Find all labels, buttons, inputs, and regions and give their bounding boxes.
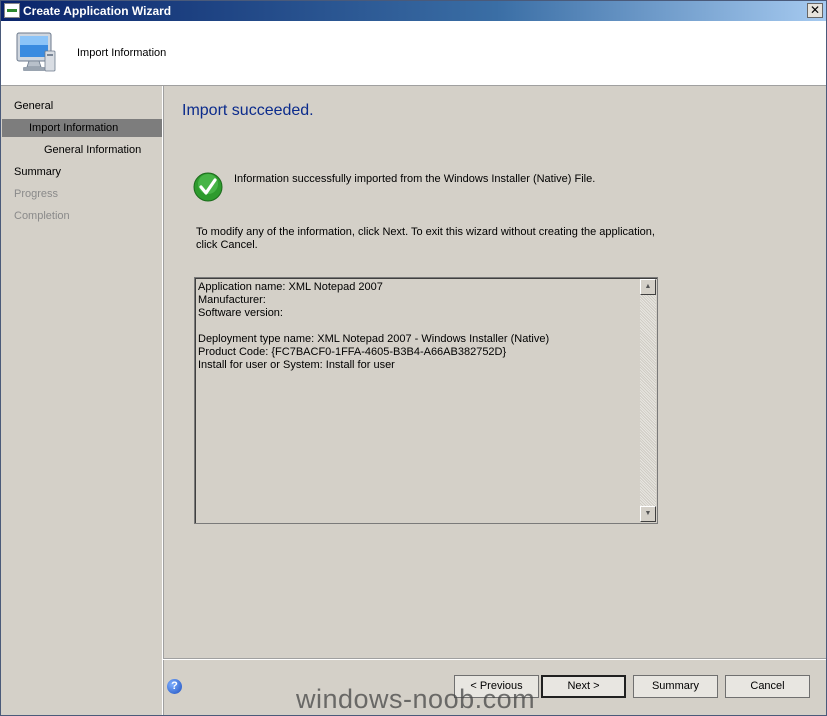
sidebar-item-summary[interactable]: Summary: [14, 166, 61, 178]
close-button[interactable]: ✕: [807, 3, 823, 18]
import-details-textbox[interactable]: Application name: XML Notepad 2007 Manuf…: [194, 277, 658, 524]
green-checkmark-icon: [193, 172, 223, 202]
scroll-down-arrow-icon[interactable]: ▼: [640, 506, 656, 522]
sidebar-item-progress: Progress: [14, 188, 59, 200]
sidebar-item-completion: Completion: [14, 210, 70, 222]
detail-line-software-version: Software version:: [198, 307, 283, 319]
computer-monitor-icon: [16, 32, 56, 72]
detail-line-blank: [198, 320, 638, 333]
import-details-lines: Application name: XML Notepad 2007 Manuf…: [198, 281, 638, 372]
sidebar-item-general[interactable]: General: [14, 100, 53, 112]
wizard-app-icon: [4, 3, 20, 18]
wizard-sidebar: General Import Information General Infor…: [1, 86, 163, 715]
help-icon[interactable]: ?: [167, 679, 182, 694]
page-title: Import succeeded.: [182, 102, 314, 119]
title-bar[interactable]: Create Application Wizard ✕: [1, 1, 826, 21]
wizard-content: Import succeeded. Information successful…: [163, 86, 826, 658]
success-message: Information successfully imported from t…: [234, 173, 596, 185]
header-title: Import Information: [77, 47, 167, 59]
wizard-window: Create Application Wizard ✕ Import Infor…: [0, 0, 827, 716]
sidebar-item-label: Import Information: [29, 122, 119, 134]
detail-line-product-code: Product Code: {FC7BACF0-1FFA-4605-B3B4-A…: [198, 346, 507, 358]
detail-line-deployment-type: Deployment type name: XML Notepad 2007 -…: [198, 333, 550, 345]
detail-line-application-name: Application name: XML Notepad 2007: [198, 281, 383, 293]
detail-line-install-for: Install for user or System: Install for …: [198, 359, 395, 371]
detail-line-manufacturer: Manufacturer:: [198, 294, 266, 306]
sidebar-item-general-information[interactable]: General Information: [44, 144, 141, 156]
cancel-button[interactable]: Cancel: [725, 675, 810, 698]
wizard-header: Import Information: [1, 21, 826, 86]
site-watermark: windows-noob.com: [296, 684, 536, 714]
sidebar-item-import-information[interactable]: Import Information: [2, 119, 162, 137]
next-button[interactable]: Next >: [541, 675, 626, 698]
vertical-scrollbar[interactable]: ▲ ▼: [640, 279, 656, 522]
window-title: Create Application Wizard: [23, 4, 172, 18]
instruction-text: To modify any of the information, click …: [196, 226, 655, 251]
summary-button[interactable]: Summary: [633, 675, 718, 698]
scroll-up-arrow-icon[interactable]: ▲: [640, 279, 656, 295]
